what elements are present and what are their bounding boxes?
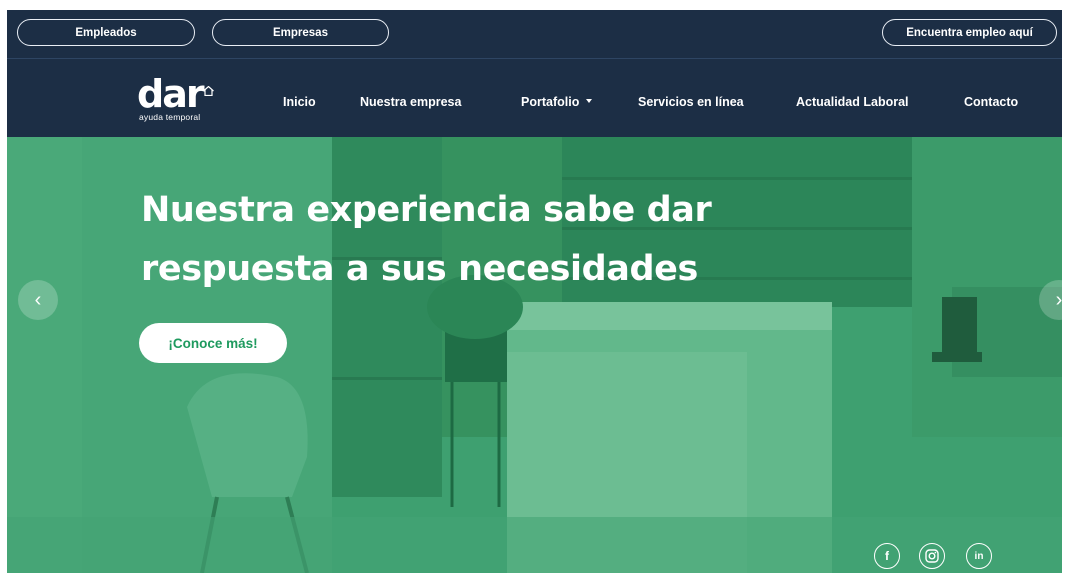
linkedin-glyph: in	[974, 550, 984, 562]
facebook-icon[interactable]: f	[874, 543, 900, 569]
nav-servicios-en-linea[interactable]: Servicios en línea	[638, 95, 744, 109]
top-bar: Empleados Empresas Encuentra empleo aquí	[7, 10, 1062, 58]
logo-wordmark: dar	[137, 72, 205, 116]
linkedin-icon[interactable]: in	[966, 543, 992, 569]
carousel-prev-button[interactable]: ‹	[18, 280, 58, 320]
chevron-down-icon	[586, 98, 593, 103]
instagram-glyph	[925, 549, 939, 563]
conoce-mas-button[interactable]: ¡Conoce más!	[139, 323, 287, 363]
nav-contacto[interactable]: Contacto	[964, 95, 1018, 109]
nav-actualidad-laboral[interactable]: Actualidad Laboral	[796, 95, 909, 109]
empresas-button[interactable]: Empresas	[212, 19, 389, 46]
dar-logo[interactable]: dar ayuda temporal	[137, 73, 219, 123]
chevron-right-icon: ›	[1055, 288, 1062, 311]
empleados-button[interactable]: Empleados	[17, 19, 195, 46]
nav-portafolio[interactable]: Portafolio	[521, 95, 593, 109]
facebook-glyph: f	[885, 549, 889, 563]
instagram-icon[interactable]	[919, 543, 945, 569]
house-icon	[203, 86, 214, 96]
main-navbar: dar ayuda temporal Inicio Nuestra empres…	[7, 59, 1062, 137]
hero-headline-line2: respuesta a sus necesidades	[141, 249, 698, 289]
nav-portafolio-label: Portafolio	[521, 95, 580, 109]
nav-inicio[interactable]: Inicio	[283, 95, 316, 109]
hero-headline-line1: Nuestra experiencia sabe dar	[141, 190, 712, 230]
hero-headline: Nuestra experiencia sabe dar respuesta a…	[141, 181, 781, 299]
logo-tagline: ayuda temporal	[139, 112, 201, 122]
hero-carousel: Nuestra experiencia sabe dar respuesta a…	[7, 137, 1062, 573]
chevron-left-icon: ‹	[34, 288, 42, 311]
encuentra-empleo-button[interactable]: Encuentra empleo aquí	[882, 19, 1057, 46]
page-frame: Empleados Empresas Encuentra empleo aquí…	[7, 10, 1062, 573]
nav-nuestra-empresa[interactable]: Nuestra empresa	[360, 95, 461, 109]
